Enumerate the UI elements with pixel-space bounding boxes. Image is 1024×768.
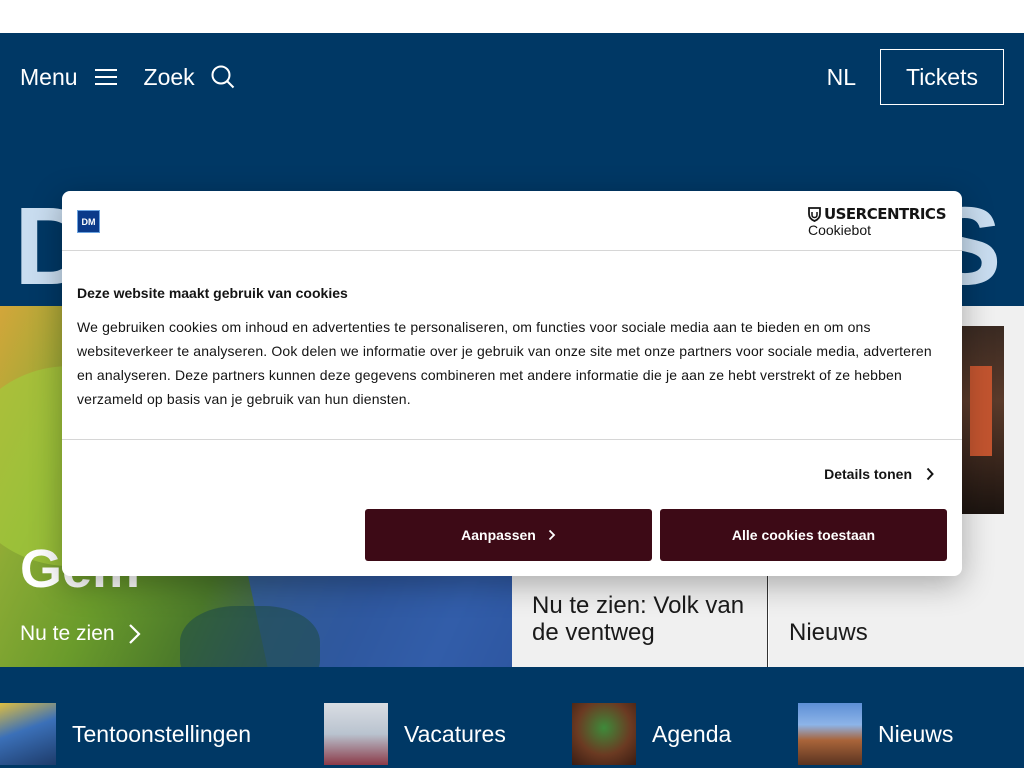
details-label: Details tonen xyxy=(824,466,912,482)
usercentrics-logo: USERCENTRICS xyxy=(808,205,947,223)
dialog-header: DM USERCENTRICS Cookiebot xyxy=(62,191,962,251)
chevron-right-icon xyxy=(926,467,934,481)
dialog-text: We gebruiken cookies om inhoud en advert… xyxy=(77,319,932,407)
dialog-body: Deze website maakt gebruik van cookies W… xyxy=(62,251,962,440)
brand-name: USERCENTRICS xyxy=(823,205,947,223)
customize-button[interactable]: Aanpassen xyxy=(365,509,652,561)
brand-sub: Cookiebot xyxy=(807,222,871,238)
shield-icon xyxy=(808,206,821,222)
chevron-right-icon xyxy=(548,529,556,541)
cookiebot-brand: USERCENTRICS Cookiebot xyxy=(807,205,947,238)
customize-label: Aanpassen xyxy=(461,527,536,543)
dialog-title: Deze website maakt gebruik van cookies xyxy=(77,285,348,301)
cookie-consent-dialog: DM USERCENTRICS Cookiebot Deze website m… xyxy=(62,191,962,576)
details-toggle[interactable]: Details tonen xyxy=(824,466,934,482)
allow-all-cookies-button[interactable]: Alle cookies toestaan xyxy=(660,509,947,561)
site-logo: DM xyxy=(77,210,100,233)
